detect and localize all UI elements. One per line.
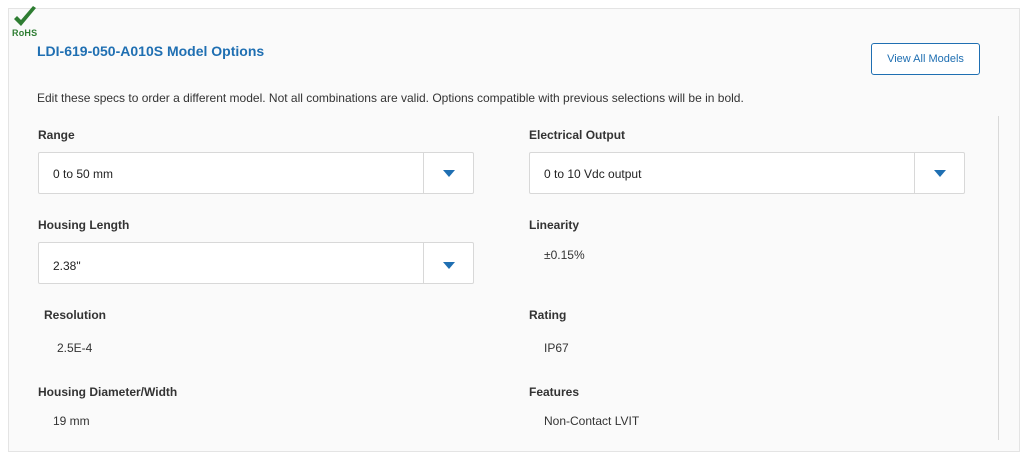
select-divider [423,153,424,193]
select-divider [914,153,915,193]
select-divider [423,243,424,283]
rohs-badge: RoHS [8,6,42,40]
electrical-output-select[interactable]: 0 to 10 Vdc output [529,152,965,194]
rating-value: IP67 [544,341,569,355]
electrical-output-selected-value: 0 to 10 Vdc output [544,167,642,181]
rohs-label: RoHS [12,28,38,38]
range-select[interactable]: 0 to 50 mm [38,152,474,194]
features-label: Features [529,385,580,399]
housing-diameter-value: 19 mm [53,414,90,428]
housing-length-select[interactable]: 2.38" [38,242,474,284]
chevron-down-icon[interactable] [443,262,455,269]
linearity-label: Linearity [529,218,580,232]
resolution-label: Resolution [44,308,106,322]
page-title: LDI-619-050-A010S Model Options [37,43,265,59]
instructions-text: Edit these specs to order a different mo… [37,91,744,105]
housing-length-selected-value: 2.38" [53,259,81,273]
chevron-down-icon[interactable] [443,170,455,177]
view-all-models-button[interactable]: View All Models [871,43,980,75]
column-divider [998,116,999,440]
linearity-value: ±0.15% [544,248,585,262]
features-value: Non-Contact LVIT [544,414,640,428]
housing-diameter-label: Housing Diameter/Width [38,385,178,399]
resolution-value: 2.5E-4 [57,341,93,355]
chevron-down-icon[interactable] [934,170,946,177]
electrical-output-label: Electrical Output [529,128,626,142]
range-selected-value: 0 to 50 mm [53,167,114,181]
housing-length-label: Housing Length [38,218,130,232]
rating-label: Rating [529,308,567,322]
checkmark-icon [14,6,36,26]
range-label: Range [38,128,75,142]
